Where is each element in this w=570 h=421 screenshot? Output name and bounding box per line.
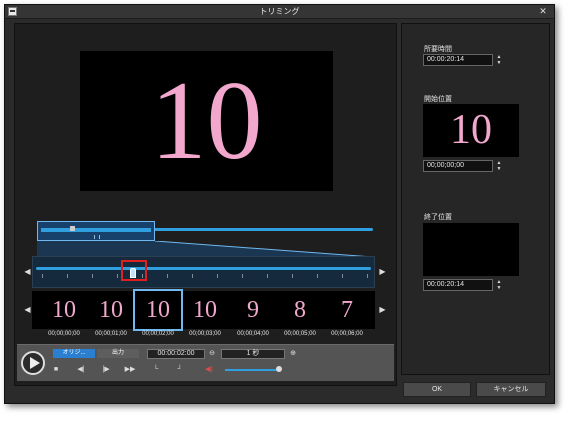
start-position-label: 開始位置 [424,96,452,103]
ok-button[interactable]: OK [403,382,471,397]
filmstrip-frame[interactable]: 10 [88,291,134,329]
filmstrip-frame[interactable]: 10 [41,291,87,329]
start-position-field[interactable]: 00;00;00;00 [423,160,493,172]
end-frame-preview [423,223,519,276]
zoom-timeline[interactable] [32,256,375,288]
end-spinner-icon[interactable]: ▲ ▼ [495,279,503,291]
zoom-tick-mark [367,274,368,278]
zoom-tick-mark [192,274,193,278]
zoom-tick-mark [42,274,43,278]
preview-frame-number: 10 [150,59,263,183]
filmstrip-right-icon[interactable]: ▶ [378,304,387,316]
video-preview: 10 [80,51,333,191]
volume-icon[interactable]: ◀) [203,365,215,375]
filmstrip-frame[interactable]: 9 [230,291,276,329]
volume-slider[interactable] [225,369,279,371]
step-size-field[interactable]: 1 秒 [221,349,285,359]
timecode-label: 00;00;04;00 [237,331,269,337]
filmstrip-left-icon[interactable]: ◀ [23,304,32,316]
mode-output-button[interactable]: 出力 [97,349,139,358]
cancel-button[interactable]: キャンセル [476,382,546,397]
visible-range-fill [41,228,151,232]
timecode-label: 00;00;02;00 [142,331,174,337]
zoom-tick-mark [167,274,168,278]
scroll-right-icon[interactable]: ▶ [378,266,387,278]
zoom-tick-mark [67,274,68,278]
trim-info-panel: 所要時間 00:00:20:14 ▲ ▼ 開始位置 10 00;00;00;00 … [401,23,550,375]
current-time-field[interactable]: 00:00:02:00 [147,349,205,359]
timecode-label: 00;00;05;00 [284,331,316,337]
zoom-out-icon[interactable]: ⊖ [207,349,217,359]
playhead-highlight [121,260,147,281]
start-spinner-icon[interactable]: ▲ ▼ [495,160,503,172]
overview-playhead[interactable] [70,226,75,231]
filmstrip-frame[interactable]: 10 [182,291,228,329]
zoom-track [36,267,371,270]
timecode-label: 00;00;06;00 [331,331,363,337]
zoom-ticks [36,274,371,279]
play-button[interactable] [21,351,45,375]
zoom-tick-mark [342,274,343,278]
editor-panel: 10 ◀ ▶ ◀ 10 10 10 10 9 8 7 ▶ 00;00;00;00… [14,23,397,386]
selected-frame-outline [133,289,183,331]
playback-controls: オリジ... 出力 00:00:02:00 ⊖ 1 秒 ⊕ ■ ◀| |▶ ▶▶… [17,344,394,381]
trimming-dialog: トリミング ✕ 10 ◀ ▶ ◀ 10 10 10 10 9 8 7 ▶ 00;… [4,4,555,404]
timecode-label: 00;00;00;00 [48,331,80,337]
visible-range-box[interactable] [37,221,155,241]
zoom-connector [37,241,373,257]
duration-spinner-icon[interactable]: ▲ ▼ [495,54,503,66]
start-frame-preview: 10 [423,104,519,157]
stop-icon[interactable]: ■ [51,365,61,375]
mode-original-button[interactable]: オリジ... [53,349,95,358]
zoom-tick-mark [217,274,218,278]
next-frame-icon[interactable]: |▶ [100,365,112,375]
set-in-point-icon[interactable]: └ [150,365,162,375]
zoom-tick-mark [317,274,318,278]
zoom-tick-mark [92,274,93,278]
end-position-label: 終了位置 [424,214,452,221]
zoom-tick-mark [242,274,243,278]
volume-knob[interactable] [276,366,282,372]
overview-ticks [94,235,100,239]
window-title: トリミング [259,7,300,16]
timecode-label: 00;00;03;00 [189,331,221,337]
duration-label: 所要時間 [424,46,452,53]
filmstrip-frame[interactable]: 7 [324,291,370,329]
zoom-tick-mark [267,274,268,278]
overview-timeline[interactable] [37,221,373,241]
timecode-label: 00;00;01;00 [95,331,127,337]
previous-frame-icon[interactable]: ◀| [75,365,87,375]
duration-field[interactable]: 00:00:20:14 [423,54,493,66]
zoom-tick-mark [292,274,293,278]
zoom-in-icon[interactable]: ⊕ [288,349,298,359]
scroll-left-icon[interactable]: ◀ [23,266,32,278]
fast-forward-icon[interactable]: ▶▶ [124,365,136,375]
set-out-point-icon[interactable]: ┘ [174,365,186,375]
end-position-field[interactable]: 00:00:20:14 [423,279,493,291]
zoom-tick-mark [117,274,118,278]
start-frame-number: 10 [450,107,492,153]
close-icon[interactable]: ✕ [536,6,550,17]
filmstrip-frame[interactable]: 8 [277,291,323,329]
title-bar: トリミング ✕ [5,5,554,19]
